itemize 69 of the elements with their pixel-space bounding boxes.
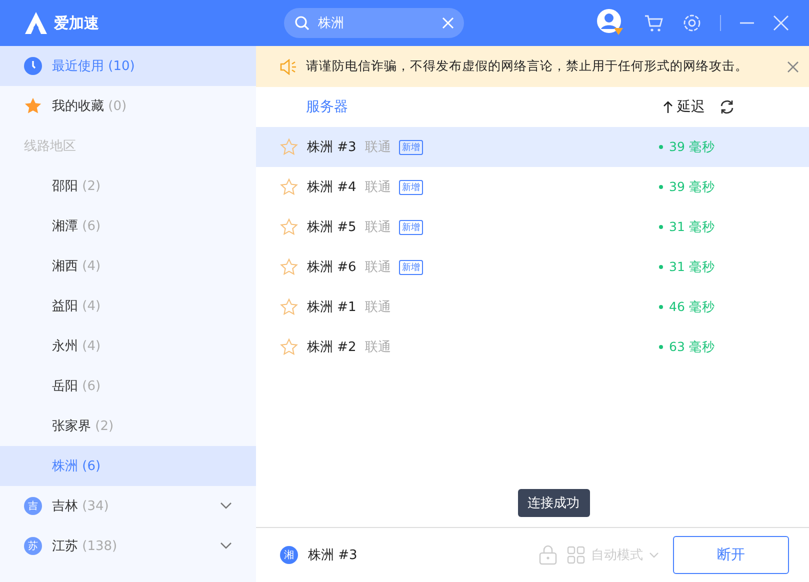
isp-label: 联通: [365, 299, 392, 316]
region-item[interactable]: 永州 (4): [0, 326, 256, 366]
new-tag: 新增: [399, 260, 423, 274]
server-name: 株洲 #3: [307, 139, 358, 156]
chevron-icon: [649, 552, 659, 558]
region-item[interactable]: 岳阳 (6): [0, 366, 256, 406]
region-badge: 湘: [280, 546, 298, 564]
star-outline-icon[interactable]: [280, 258, 298, 276]
grid-icon: [567, 546, 585, 564]
star-outline-icon[interactable]: [280, 338, 298, 356]
star-outline-icon[interactable]: [280, 218, 298, 236]
province-badge: 吉: [24, 497, 42, 515]
disconnect-button[interactable]: 断开: [673, 536, 789, 574]
speaker-icon: [280, 58, 298, 74]
logo-icon: [24, 11, 48, 35]
new-tag: 新增: [399, 220, 423, 234]
close-icon[interactable]: [787, 60, 799, 72]
province-item[interactable]: 苏 江苏 (138): [0, 526, 256, 566]
new-tag: 新增: [399, 180, 423, 194]
region-item[interactable]: 张家界 (2): [0, 406, 256, 446]
latency-value: 39 毫秒: [659, 178, 715, 196]
isp-label: 联通: [365, 139, 392, 156]
refresh-icon[interactable]: [719, 99, 735, 115]
latency-value: 31 毫秒: [659, 258, 715, 276]
server-row[interactable]: 株洲 #2 联通 63 毫秒: [256, 327, 809, 367]
sort-arrow-icon: [663, 100, 673, 114]
isp-label: 联通: [365, 259, 392, 276]
app-name: 爱加速: [54, 14, 99, 32]
region-item[interactable]: 益阳 (4): [0, 286, 256, 326]
latency-value: 46 毫秒: [659, 298, 715, 316]
current-server: 株洲 #3: [308, 547, 358, 564]
star-outline-icon[interactable]: [280, 178, 298, 196]
province-item[interactable]: 吉 吉林 (34): [0, 486, 256, 526]
server-name: 株洲 #2: [307, 339, 358, 356]
notice-text: 请谨防电信诈骗，不得发布虚假的网络言论，禁止用于任何形式的网络攻击。: [306, 58, 749, 75]
star-outline-icon[interactable]: [280, 298, 298, 316]
isp-label: 联通: [365, 219, 392, 236]
region-item[interactable]: 湘潭 (6): [0, 206, 256, 246]
server-name: 株洲 #5: [307, 219, 358, 236]
server-name: 株洲 #6: [307, 259, 358, 276]
toast-message: 连接成功: [518, 489, 590, 517]
province-badge: 苏: [24, 537, 42, 555]
server-row[interactable]: 株洲 #3 联通 新增 39 毫秒: [256, 127, 809, 167]
lock-icon[interactable]: [539, 545, 557, 565]
star-icon: [24, 97, 42, 115]
search-icon: [294, 15, 310, 31]
settings-icon[interactable]: [682, 13, 702, 33]
region-item[interactable]: 湘西 (4): [0, 246, 256, 286]
sidebar-item[interactable]: 我的收藏 (0): [0, 86, 256, 126]
region-item[interactable]: 邵阳 (2): [0, 166, 256, 206]
clock-icon: [24, 57, 42, 75]
server-row[interactable]: 株洲 #4 联通 新增 39 毫秒: [256, 167, 809, 207]
server-name: 株洲 #1: [307, 299, 358, 316]
server-row[interactable]: 株洲 #5 联通 新增 31 毫秒: [256, 207, 809, 247]
column-header[interactable]: 延迟: [677, 98, 705, 116]
new-tag: 新增: [399, 140, 423, 154]
star-outline-icon[interactable]: [280, 138, 298, 156]
clear-icon[interactable]: [442, 17, 454, 29]
latency-value: 63 毫秒: [659, 338, 715, 356]
isp-label: 联通: [365, 339, 392, 356]
cart-icon[interactable]: [644, 13, 664, 33]
server-row[interactable]: 株洲 #1 联通 46 毫秒: [256, 287, 809, 327]
isp-label: 联通: [365, 179, 392, 196]
latency-value: 39 毫秒: [659, 138, 715, 156]
column-header[interactable]: 服务器: [306, 98, 348, 116]
section-title: 线路地区: [23, 138, 77, 156]
server-name: 株洲 #4: [307, 179, 358, 196]
server-row[interactable]: 株洲 #6 联通 新增 31 毫秒: [256, 247, 809, 287]
latency-value: 31 毫秒: [659, 218, 715, 236]
